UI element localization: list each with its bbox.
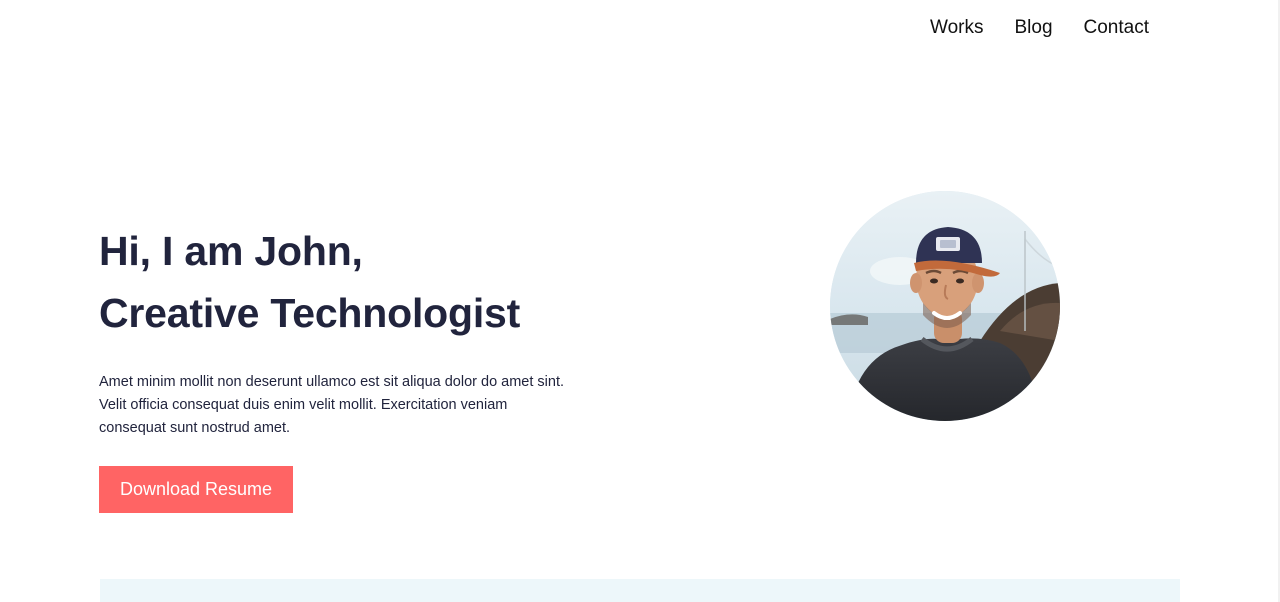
nav-contact-link[interactable]: Contact	[1084, 16, 1149, 40]
profile-photo-illustration	[830, 191, 1060, 421]
download-resume-button[interactable]: Download Resume	[99, 466, 293, 513]
nav-blog-link[interactable]: Blog	[1014, 16, 1052, 40]
next-section-band	[100, 579, 1180, 602]
hero-description: Amet minim mollit non deserunt ullamco e…	[99, 374, 565, 436]
main-navigation: Works Blog Contact	[930, 16, 1149, 40]
profile-avatar	[830, 191, 1060, 421]
nav-works-link[interactable]: Works	[930, 16, 983, 40]
portfolio-page: Works Blog Contact Hi, I am John, Creati…	[0, 0, 1280, 602]
hero-heading-line-1: Hi, I am John,	[99, 228, 363, 274]
hero-heading: Hi, I am John, Creative Technologist	[99, 220, 659, 344]
hero-heading-line-2: Creative Technologist	[99, 290, 521, 336]
